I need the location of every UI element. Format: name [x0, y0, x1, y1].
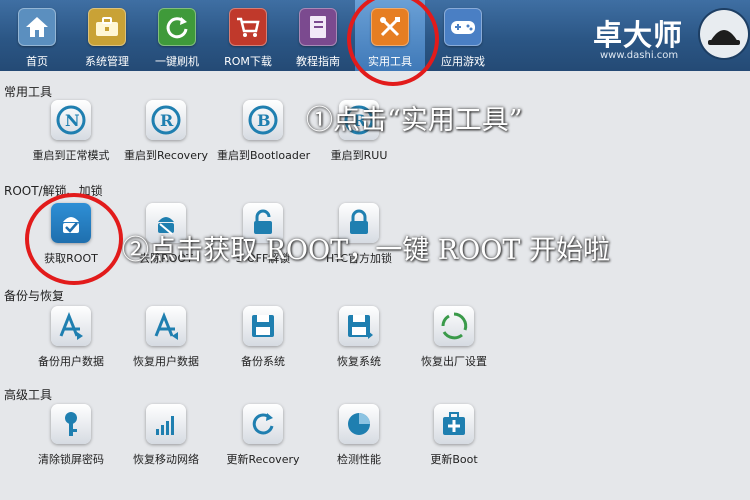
- nav-label: ROM下载: [224, 55, 272, 68]
- tool-label: 清除锁屏密码: [38, 453, 104, 466]
- reboot-n-icon: N: [51, 100, 91, 140]
- tool-label: 更新Boot: [430, 453, 478, 466]
- cart-icon: [229, 8, 267, 46]
- app-backup-icon: [51, 306, 91, 346]
- tool-restore-mobile-network[interactable]: 恢复移动网络: [120, 404, 212, 467]
- tool-backup-system[interactable]: 备份系统: [217, 306, 309, 369]
- tool-factory-reset[interactable]: 恢复出厂设置: [408, 306, 500, 369]
- nav-rom-download[interactable]: ROM下载: [213, 8, 283, 69]
- svg-text:N: N: [65, 111, 80, 130]
- section-backup-restore: 备份与恢复: [4, 289, 65, 303]
- section-common-tools: 常用工具: [4, 85, 53, 99]
- tool-update-boot[interactable]: 更新Boot: [408, 404, 500, 467]
- nav-label: 一键刷机: [155, 55, 199, 68]
- nav-label: 系统管理: [85, 55, 129, 68]
- recycle-icon: [434, 306, 474, 346]
- signal-icon: [146, 404, 186, 444]
- reboot-r-icon: R: [146, 100, 186, 140]
- reboot-b-icon: B: [243, 100, 283, 140]
- app-restore-icon: [146, 306, 186, 346]
- tool-reboot-bootloader[interactable]: B 重启到Bootloader: [217, 100, 311, 163]
- highlight-ring-utilities: [347, 0, 439, 86]
- section-advanced-tools: 高级工具: [4, 388, 53, 402]
- highlight-ring-get-root: [25, 193, 123, 285]
- tool-label: 重启到正常模式: [32, 149, 110, 162]
- tool-backup-user-data[interactable]: 备份用户数据: [25, 306, 117, 369]
- tool-restore-user-data[interactable]: 恢复用户数据: [120, 306, 212, 369]
- tool-reboot-normal[interactable]: N 重启到正常模式: [25, 100, 117, 163]
- refresh-icon: [158, 8, 196, 46]
- brand-url: www.dashi.com: [600, 50, 679, 61]
- brand-logo: [700, 10, 748, 58]
- tool-label: 更新Recovery: [226, 453, 300, 466]
- book-icon: [299, 8, 337, 46]
- tool-reboot-recovery[interactable]: R 重启到Recovery: [120, 100, 212, 163]
- tool-clear-lock-password[interactable]: 清除锁屏密码: [25, 404, 117, 467]
- tool-restore-system[interactable]: 恢复系统: [313, 306, 405, 369]
- floppy-restore-icon: [339, 306, 379, 346]
- tool-label: 备份系统: [241, 355, 285, 368]
- svg-text:B: B: [257, 111, 271, 130]
- toolbox-icon: [88, 8, 126, 46]
- tool-label: 恢复出厂设置: [421, 355, 487, 368]
- tool-update-recovery[interactable]: 更新Recovery: [217, 404, 309, 467]
- key-icon: [51, 404, 91, 444]
- tool-label: 重启到RUU: [330, 149, 388, 162]
- medkit-icon: [434, 404, 474, 444]
- home-icon: [18, 8, 56, 46]
- tool-label: 检测性能: [337, 453, 381, 466]
- nav-system-manage[interactable]: 系统管理: [72, 8, 142, 69]
- tool-label: 恢复系统: [337, 355, 381, 368]
- pie-chart-icon: [339, 404, 379, 444]
- nav-label: 应用游戏: [441, 55, 485, 68]
- update-icon: [243, 404, 283, 444]
- tool-label: 恢复用户数据: [133, 355, 199, 368]
- tool-label: 备份用户数据: [38, 355, 104, 368]
- nav-tutorial[interactable]: 教程指南: [283, 8, 353, 69]
- floppy-backup-icon: [243, 306, 283, 346]
- brand-name: 卓大师: [593, 18, 684, 52]
- annotation-step-1: ①点击“实用工具”: [306, 105, 523, 136]
- nav-label: 教程指南: [296, 55, 340, 68]
- gamepad-icon: [444, 8, 482, 46]
- tool-label: 恢复移动网络: [133, 453, 199, 466]
- annotation-step-2: ②点击获取 ROOT，一键 ROOT 开始啦: [122, 235, 610, 266]
- tool-performance-test[interactable]: 检测性能: [313, 404, 405, 467]
- nav-one-click-flash[interactable]: 一键刷机: [142, 8, 212, 69]
- nav-label: 首页: [26, 55, 48, 68]
- tool-label: 重启到Bootloader: [217, 149, 311, 162]
- svg-text:R: R: [160, 111, 174, 130]
- nav-home[interactable]: 首页: [2, 8, 72, 69]
- tool-label: 重启到Recovery: [123, 149, 208, 162]
